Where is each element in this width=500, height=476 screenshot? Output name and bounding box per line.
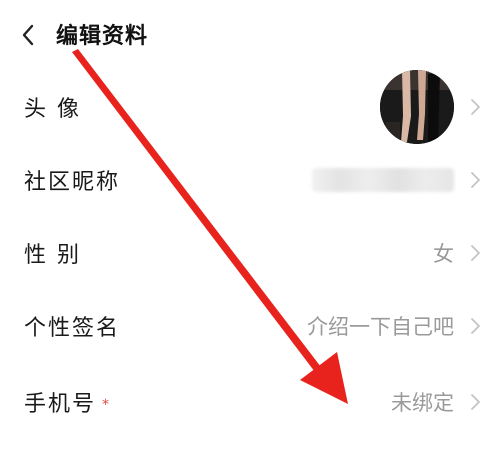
chevron-left-icon [22, 24, 34, 46]
phone-value: 未绑定 [391, 391, 454, 415]
chevron-right-icon [471, 245, 480, 261]
required-mark: * [102, 397, 112, 413]
row-label-nickname: 社区昵称 [24, 170, 121, 195]
header-bar: 编辑资料 [0, 0, 500, 66]
chevron-right-icon [471, 394, 480, 410]
nickname-value-blurred [312, 168, 454, 192]
chevron-right-icon [471, 318, 480, 334]
chevron-right-icon [471, 99, 480, 115]
back-button[interactable] [14, 20, 44, 50]
phone-label-text: 手机号 [24, 392, 97, 417]
row-gender[interactable]: 性 别 女 [0, 217, 500, 289]
row-phone[interactable]: 手机号 * 未绑定 [0, 366, 500, 438]
row-nickname[interactable]: 社区昵称 [0, 144, 500, 216]
chevron-right-icon [471, 172, 480, 188]
page-title: 编辑资料 [56, 24, 149, 49]
row-label-gender: 性 别 [24, 243, 81, 268]
signature-value: 介绍一下自己吧 [307, 315, 454, 339]
row-avatar[interactable]: 头 像 [0, 70, 500, 144]
gender-value: 女 [433, 242, 454, 266]
row-label-avatar: 头 像 [24, 97, 81, 122]
row-label-signature: 个性签名 [24, 316, 121, 341]
row-label-phone: 手机号 * [24, 386, 111, 418]
row-signature[interactable]: 个性签名 介绍一下自己吧 [0, 290, 500, 362]
avatar[interactable] [380, 70, 454, 144]
